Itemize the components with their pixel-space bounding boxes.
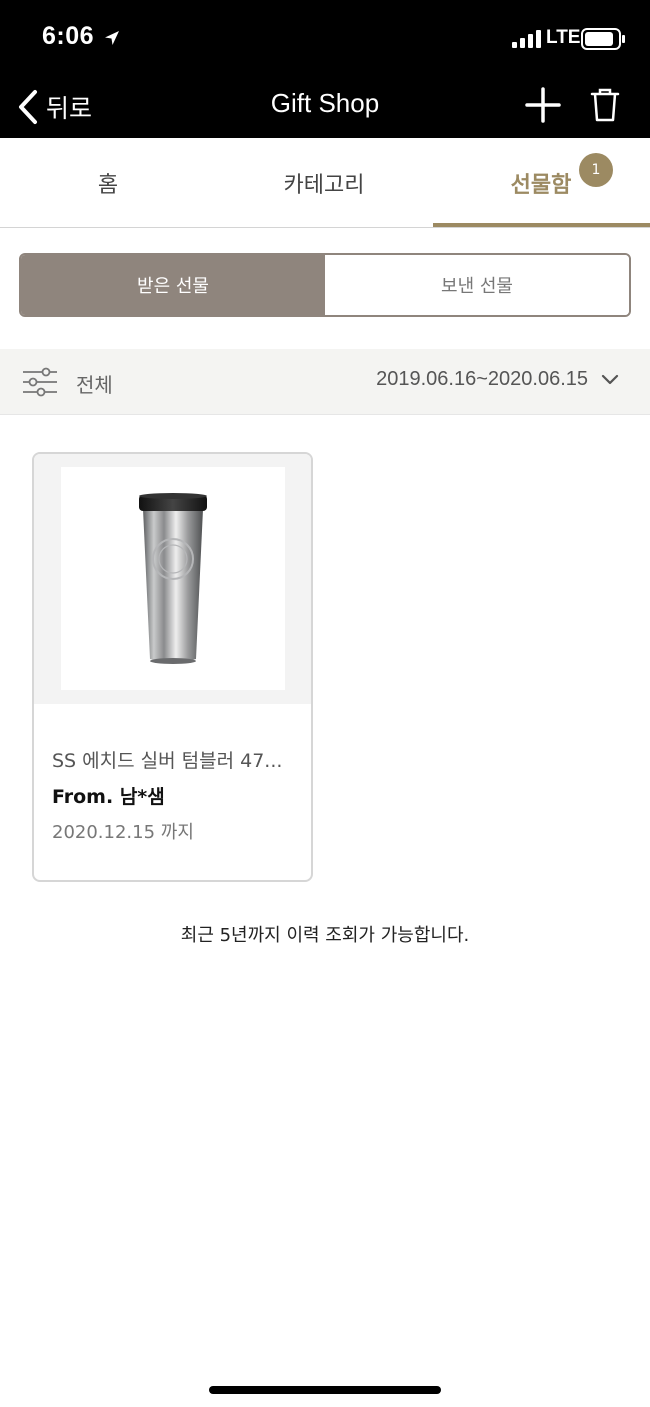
location-arrow-icon — [105, 31, 119, 45]
filter-sliders-icon[interactable] — [22, 366, 58, 398]
home-indicator — [209, 1386, 441, 1394]
battery-icon — [581, 28, 625, 50]
tab-bar: 홈 카테고리 선물함 — [0, 138, 650, 228]
date-range-text: 2019.06.16~2020.06.15 — [376, 368, 588, 390]
plus-icon[interactable] — [524, 86, 562, 124]
gift-sender: From. 남*샘 — [52, 786, 165, 808]
filter-bar: 전체 2019.06.16~2020.06.15 — [0, 349, 650, 415]
nav-bar: 뒤로 Gift Shop — [0, 76, 650, 138]
date-range-selector[interactable]: 2019.06.16~2020.06.15 — [376, 368, 620, 391]
filter-label: 전체 — [76, 373, 113, 397]
sent-gifts-button[interactable]: 보낸 선물 — [325, 255, 629, 315]
giftbox-count-badge: 1 — [579, 153, 613, 187]
tab-category[interactable]: 카테고리 — [216, 138, 432, 228]
active-tab-indicator — [433, 223, 650, 227]
received-gifts-button[interactable]: 받은 선물 — [21, 255, 325, 315]
history-notice: 최근 5년까지 이력 조회가 가능합니다. — [180, 925, 470, 946]
gift-image-area — [34, 454, 311, 704]
status-bar: 6:06 LTE — [0, 0, 650, 76]
gift-name: SS 에치드 실버 텀블러 47... — [52, 750, 283, 772]
chevron-down-icon — [601, 374, 619, 384]
gift-card[interactable]: SS 에치드 실버 텀블러 47... From. 남*샘 2020.12.15… — [32, 452, 313, 882]
gift-expiry: 2020.12.15 까지 — [52, 822, 194, 843]
tab-giftbox[interactable]: 선물함 — [433, 138, 649, 228]
tab-home[interactable]: 홈 — [0, 138, 216, 228]
status-time: 6:06 — [42, 22, 95, 50]
signal-icon — [512, 30, 541, 48]
network-label: LTE — [546, 27, 581, 48]
trash-icon[interactable] — [590, 86, 620, 124]
gift-type-segment: 받은 선물 보낸 선물 — [19, 253, 631, 317]
tumbler-product-image — [61, 467, 285, 690]
